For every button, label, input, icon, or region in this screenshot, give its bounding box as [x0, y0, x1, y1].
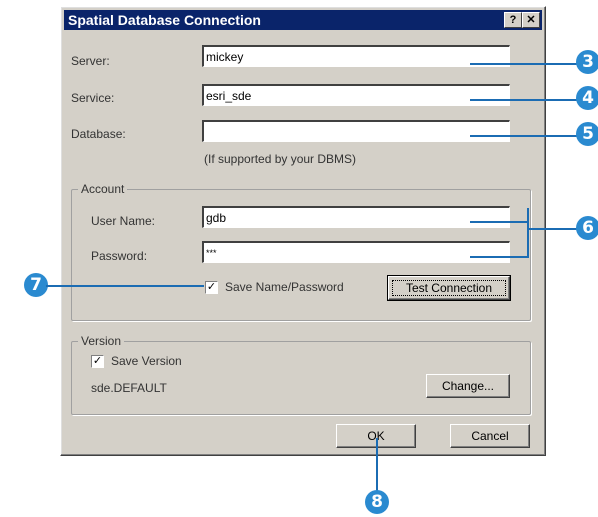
callout-3-line: [470, 63, 580, 65]
callout-7-line: [46, 285, 204, 287]
callout-4: 4: [576, 86, 598, 110]
server-input[interactable]: mickey: [202, 45, 510, 67]
title-bar[interactable]: Spatial Database Connection ? ✕: [64, 10, 542, 30]
test-connection-button[interactable]: Test Connection: [387, 275, 511, 301]
save-version-checkbox[interactable]: ✓: [91, 355, 104, 368]
callout-6-line-mid: [527, 228, 580, 230]
callout-5-line: [470, 135, 580, 137]
service-label: Service:: [71, 91, 115, 105]
focus-rect: [392, 280, 506, 296]
save-version-label[interactable]: Save Version: [111, 354, 182, 368]
version-value: sde.DEFAULT: [91, 381, 167, 395]
callout-4-line: [470, 99, 580, 101]
password-label: Password:: [91, 249, 148, 263]
version-legend: Version: [78, 334, 125, 348]
callout-5: 5: [576, 122, 598, 146]
callout-6-bracket: [527, 208, 529, 258]
callout-6: 6: [576, 216, 598, 240]
cancel-button[interactable]: Cancel: [450, 424, 530, 448]
username-input[interactable]: gdb: [202, 206, 510, 228]
change-button[interactable]: Change...: [426, 374, 510, 398]
callout-6-line-top: [470, 221, 528, 223]
callout-8-line: [376, 438, 378, 493]
callout-6-line-bottom: [470, 256, 528, 258]
database-label: Database:: [71, 127, 126, 141]
callout-8: 8: [365, 490, 389, 514]
close-icon[interactable]: ✕: [522, 12, 540, 28]
save-name-password-checkbox[interactable]: ✓: [205, 281, 218, 294]
spatial-database-connection-dialog: Spatial Database Connection ? ✕ Server: …: [60, 6, 546, 456]
callout-7: 7: [24, 273, 48, 297]
database-input[interactable]: [202, 120, 510, 142]
window-title: Spatial Database Connection: [68, 12, 261, 28]
username-label: User Name:: [91, 214, 156, 228]
callout-3: 3: [576, 50, 598, 74]
save-name-password-label[interactable]: Save Name/Password: [225, 280, 344, 294]
password-input[interactable]: ***: [202, 241, 510, 263]
help-icon[interactable]: ?: [504, 12, 522, 28]
server-label: Server:: [71, 54, 110, 68]
service-input[interactable]: esri_sde: [202, 84, 510, 106]
database-hint: (If supported by your DBMS): [204, 152, 357, 166]
account-legend: Account: [78, 182, 128, 196]
